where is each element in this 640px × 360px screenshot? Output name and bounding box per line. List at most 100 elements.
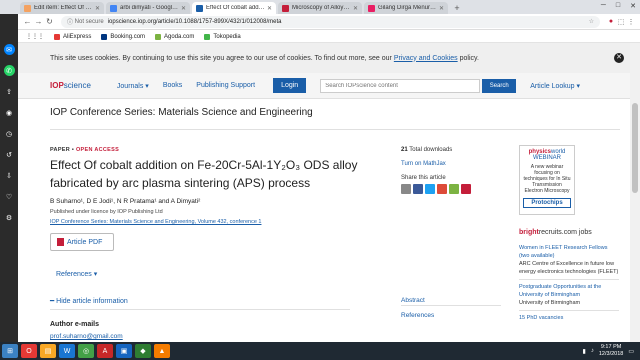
search-input[interactable] [320, 78, 481, 93]
browser-tab[interactable]: arbi dimyati - Google Scho✕ [106, 2, 190, 14]
job-title-link[interactable]: Postgraduate Opportunities at the Univer… [519, 283, 619, 299]
hide-article-info-toggle[interactable]: ━ Hide article information [50, 297, 128, 305]
apps-icon[interactable]: ⋮⋮⋮ [26, 33, 44, 40]
page-scrollbar[interactable] [630, 43, 640, 342]
tab-strip: Edit item: Effect Of cobalt✕ arbi dimyat… [0, 0, 640, 14]
browser-tab[interactable]: Gilang Dirga Menuru Artic✕ [364, 2, 448, 14]
bookmark-star-icon[interactable]: ☆ [589, 18, 594, 25]
pdf-reader-icon[interactable]: A [97, 344, 113, 358]
facebook-share-icon[interactable] [413, 184, 423, 194]
tab-label: Microscopy of Alloy Forma [292, 5, 351, 11]
web-page: This site uses cookies. By continuing to… [18, 43, 640, 342]
favorite-icon[interactable]: ♡ [4, 191, 15, 202]
close-icon[interactable]: ✕ [95, 5, 100, 12]
tab-label: Gilang Dirga Menuru Artic [378, 5, 437, 11]
site-header: IOPscience Journals ▾ Books Publishing S… [18, 73, 630, 99]
scrollbar-thumb[interactable] [632, 103, 638, 193]
close-icon[interactable]: ✕ [353, 5, 358, 12]
bookmark-label: Booking.com [110, 33, 146, 40]
nav-books[interactable]: Books [163, 82, 182, 89]
notifications-icon[interactable]: ▭ [628, 348, 634, 355]
close-icon[interactable]: ✕ [181, 5, 186, 12]
share-icon[interactable]: ⇪ [4, 86, 15, 97]
word-icon[interactable]: W [59, 344, 75, 358]
back-icon[interactable]: ← [22, 17, 33, 26]
mathjax-toggle[interactable]: Turn on MathJax [401, 161, 511, 167]
login-button[interactable]: Login [273, 78, 307, 93]
history-icon[interactable]: ↺ [4, 149, 15, 160]
citeulike-share-icon[interactable] [449, 184, 459, 194]
mendeley-share-icon[interactable] [461, 184, 471, 194]
bookmark-agoda[interactable]: Agoda.com [155, 33, 194, 40]
googleplus-share-icon[interactable] [437, 184, 447, 194]
tab-favicon [196, 4, 203, 12]
extension-icon[interactable]: ⬚ [616, 18, 626, 26]
new-tab-button[interactable]: + [452, 3, 462, 13]
bookmark-aliexpress[interactable]: AliExpress [54, 33, 91, 40]
references-toggle[interactable]: References ▾ [56, 270, 97, 278]
job-org: ARC Centre of Excellence in future low e… [519, 261, 619, 275]
divider [519, 310, 619, 311]
whatsapp-icon[interactable]: ✆ [3, 65, 15, 76]
clock-icon[interactable]: ◷ [4, 128, 15, 139]
share-label: Share this article [401, 175, 446, 181]
windows-start-icon[interactable]: ⊞ [2, 344, 18, 358]
nav-references[interactable]: References [401, 312, 434, 319]
reload-icon[interactable]: ↻ [44, 17, 55, 26]
browser-tab[interactable]: Edit item: Effect Of cobalt✕ [20, 2, 104, 14]
brand-rest: recruits.com jobs [538, 229, 592, 236]
paper-label: PAPER [50, 147, 71, 153]
file-explorer-icon[interactable]: ▤ [40, 344, 56, 358]
minimize-icon[interactable]: ─ [601, 2, 606, 10]
divider [50, 129, 620, 130]
close-icon[interactable]: ✕ [439, 5, 444, 12]
nav-abstract[interactable]: Abstract [401, 297, 434, 304]
brightrecruits-logo[interactable]: brightrecruits.com jobs [519, 229, 592, 236]
browser-tab-active[interactable]: Effect Of cobalt addition o✕ [192, 2, 276, 14]
email-share-icon[interactable] [401, 184, 411, 194]
messenger-icon[interactable]: ✉ [3, 44, 15, 55]
settings-icon[interactable]: ⚙ [4, 212, 15, 223]
close-icon[interactable]: ✕ [614, 53, 624, 63]
browser-tab[interactable]: Microscopy of Alloy Forma✕ [278, 2, 362, 14]
aliexpress-icon [54, 33, 60, 40]
job-title-link[interactable]: Women in FLEET Research Fellows (two ava… [519, 244, 619, 260]
close-window-icon[interactable]: ✕ [630, 2, 636, 10]
menu-icon[interactable]: ⋮ [626, 18, 636, 26]
maximize-icon[interactable]: □ [616, 2, 620, 10]
job-title-link[interactable]: 15 PhD vacancies [519, 314, 619, 322]
bookmark-booking[interactable]: Booking.com [101, 33, 146, 40]
opera-icon[interactable]: O [21, 344, 37, 358]
info-icon[interactable]: ⓘ [67, 17, 75, 26]
forward-icon[interactable]: → [33, 17, 44, 26]
article-section-nav: Abstract References [401, 297, 434, 327]
bookmark-tokopedia[interactable]: Tokopedia [204, 33, 241, 40]
clock[interactable]: 9:17 PM 12/3/2018 [599, 344, 623, 358]
twitter-share-icon[interactable] [425, 184, 435, 194]
camera-icon[interactable]: ◉ [4, 107, 15, 118]
network-icon[interactable]: ▮ [583, 348, 586, 355]
journal-title[interactable]: IOP Conference Series: Materials Science… [50, 107, 313, 118]
iopscience-logo[interactable]: IOPscience [50, 81, 91, 90]
author-emails-heading: Author e-mails [50, 321, 100, 328]
chrome-icon[interactable]: ◎ [78, 344, 94, 358]
webinar-ad[interactable]: physicsworld WEBINAR A new webinar focus… [519, 145, 575, 215]
article-lookup-menu[interactable]: Article Lookup ▾ [530, 82, 580, 90]
article-pdf-button[interactable]: Article PDF [50, 233, 114, 251]
app-icon[interactable]: ▣ [116, 344, 132, 358]
app-icon[interactable]: ◆ [135, 344, 151, 358]
address-bar[interactable]: ⓘ Not secure iopscience.iop.org/article/… [61, 15, 600, 28]
nav-publishing-support[interactable]: Publishing Support [196, 82, 255, 89]
download-icon[interactable]: ⇩ [4, 170, 15, 181]
privacy-link[interactable]: Privacy and Cookies [394, 55, 458, 62]
search-button[interactable]: Search [482, 78, 517, 93]
title-line: Effect Of cobalt addition on Fe-20Cr-5Al… [50, 158, 358, 172]
tab-label: arbi dimyati - Google Scho [120, 5, 179, 11]
nav-journals[interactable]: Journals ▾ [117, 82, 149, 90]
citation-link[interactable]: IOP Conference Series: Materials Science… [50, 219, 261, 225]
close-icon[interactable]: ✕ [267, 5, 272, 12]
volume-icon[interactable]: ♪ [591, 348, 594, 354]
author-email-link[interactable]: prof.suharno@gmail.com [50, 333, 123, 340]
app-icon[interactable]: ▲ [154, 344, 170, 358]
extension-icon[interactable]: ● [606, 18, 616, 25]
